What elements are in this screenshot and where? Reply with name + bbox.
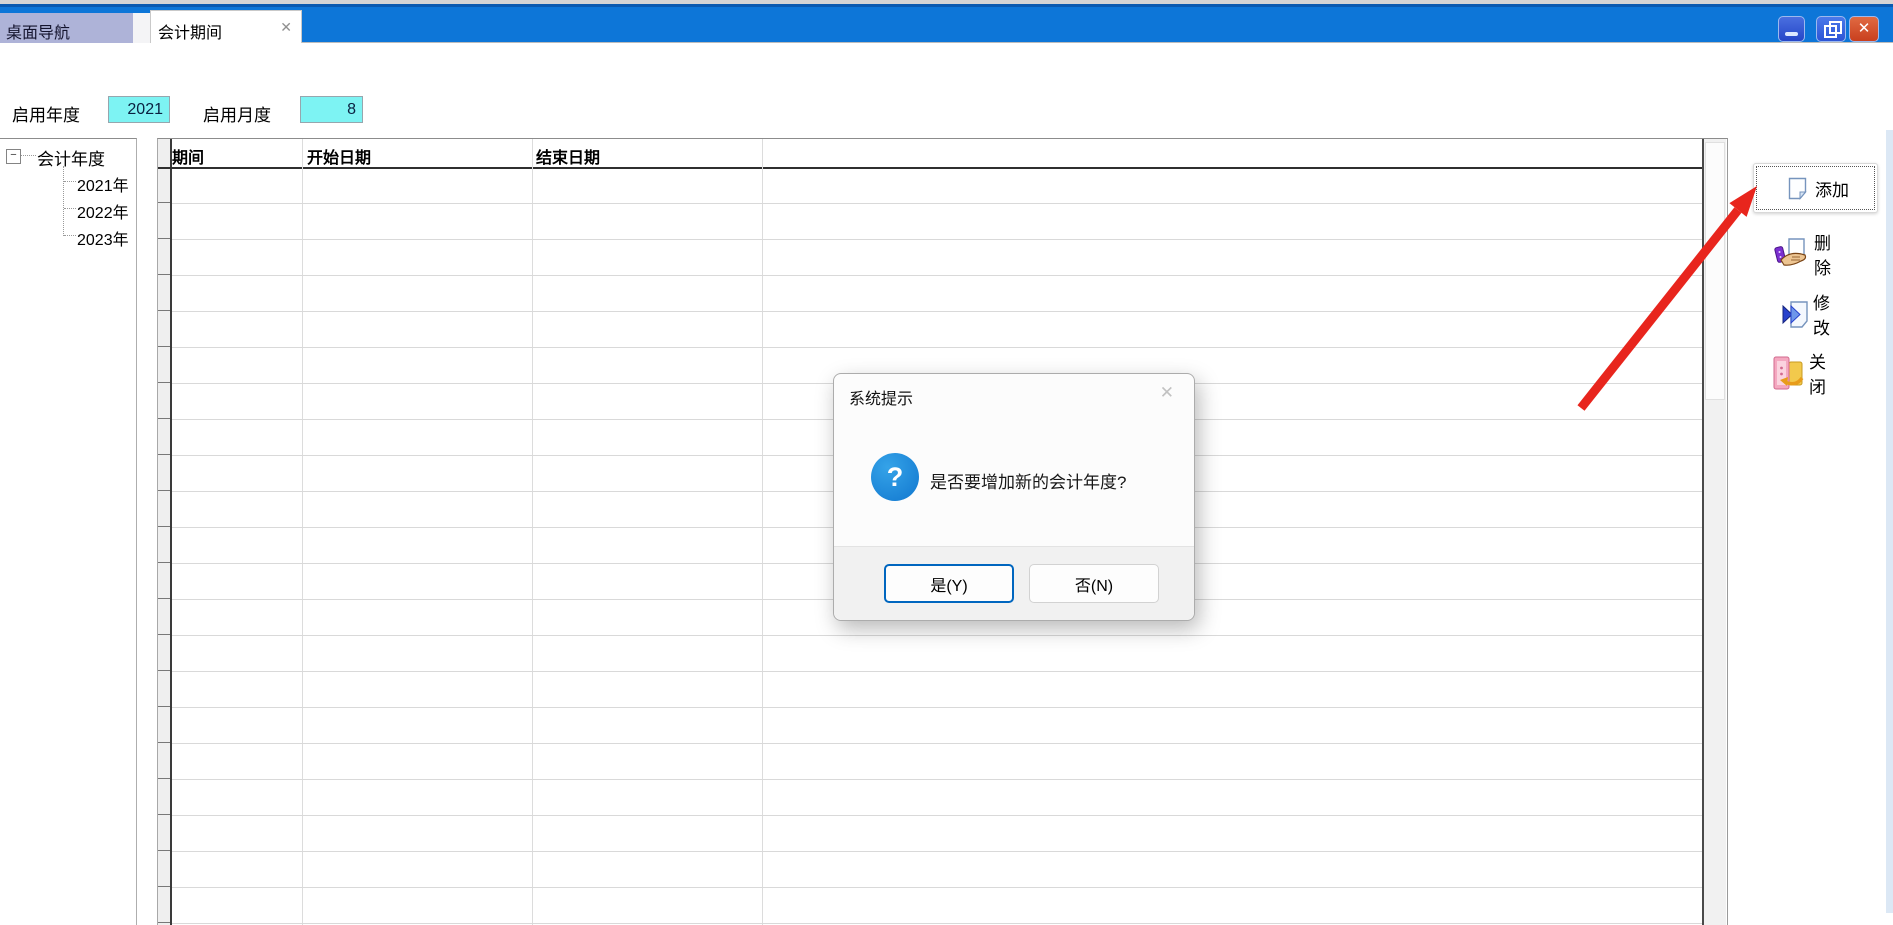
tree-connector	[64, 208, 76, 209]
add-button-label: 添加	[1815, 176, 1849, 201]
grid-row-line	[172, 779, 1702, 780]
tree-connector	[63, 166, 64, 236]
modify-button[interactable]: 修改	[1781, 289, 1830, 339]
tree-item-year[interactable]: 2023年	[77, 226, 129, 250]
grid-row-line	[172, 347, 1702, 348]
tab-accounting-period[interactable]: 会计期间 ✕	[150, 10, 302, 43]
delete-button-label: 删除	[1814, 229, 1831, 279]
row-selector-divider	[158, 922, 170, 923]
column-divider	[532, 139, 533, 925]
row-selector-divider	[158, 598, 170, 599]
close-book-icon	[1772, 353, 1805, 393]
dialog-message: 是否要增加新的会计年度?	[930, 468, 1126, 493]
row-selector-divider	[158, 418, 170, 419]
tab-desktop-navigation[interactable]: 桌面导航	[0, 13, 133, 43]
grid-row-line	[172, 887, 1702, 888]
row-selector-divider	[158, 346, 170, 347]
right-edge-strip	[1886, 130, 1893, 913]
delete-hand-icon	[1774, 238, 1810, 270]
dialog-close-icon[interactable]: ✕	[1160, 383, 1174, 403]
grid-row-line	[172, 815, 1702, 816]
start-year-input[interactable]: 2021	[108, 96, 170, 123]
column-divider	[302, 139, 303, 925]
grid-row-line	[172, 275, 1702, 276]
row-selector-divider	[158, 778, 170, 779]
row-selector-divider	[158, 670, 170, 671]
tree-root-fiscal-year[interactable]: 会计年度	[37, 145, 105, 170]
delete-button[interactable]: 删除	[1774, 229, 1831, 279]
row-selector-divider	[158, 706, 170, 707]
grid-row-line	[172, 923, 1702, 924]
column-header-period[interactable]: 期间	[172, 144, 204, 168]
column-header-start-date[interactable]: 开始日期	[307, 144, 371, 168]
row-selector-divider	[158, 490, 170, 491]
tree-collapse-icon[interactable]: −	[6, 149, 21, 164]
question-icon: ?	[871, 453, 919, 501]
row-selector-divider	[158, 382, 170, 383]
row-selector-divider	[158, 526, 170, 527]
row-selector-divider	[158, 886, 170, 887]
close-button-label: 关闭	[1809, 348, 1826, 398]
restore-icon	[1829, 21, 1842, 34]
row-selector-divider	[158, 454, 170, 455]
new-document-icon	[1788, 177, 1807, 200]
row-selector-divider	[158, 850, 170, 851]
tree-item-year[interactable]: 2021年	[77, 172, 129, 196]
modify-button-label: 修改	[1813, 289, 1830, 339]
minimize-button[interactable]	[1778, 16, 1805, 42]
row-selector-divider	[158, 562, 170, 563]
fiscal-year-tree: − 会计年度 2021年 2022年 2023年	[0, 138, 137, 925]
window-close-button[interactable]: ✕	[1849, 16, 1879, 42]
start-year-label: 启用年度	[12, 101, 80, 126]
tree-connector	[64, 181, 76, 182]
yes-button[interactable]: 是(Y)	[884, 564, 1014, 603]
tree-item-year[interactable]: 2022年	[77, 199, 129, 223]
app-window: ✕ 桌面导航 会计期间 ✕ 启用年度 2021 启用月度 8 − 会计年度 20…	[0, 0, 1893, 925]
vertical-scrollbar-thumb[interactable]	[1705, 142, 1725, 400]
restore-button[interactable]	[1816, 16, 1846, 42]
grid-row-line	[172, 671, 1702, 672]
grid-row-line	[172, 743, 1702, 744]
close-button[interactable]: 关闭	[1772, 348, 1826, 398]
grid-row-line	[172, 635, 1702, 636]
no-button[interactable]: 否(N)	[1029, 564, 1159, 603]
grid-row-line	[172, 851, 1702, 852]
header-divider	[158, 167, 1703, 169]
row-selector-column	[158, 139, 172, 925]
row-selector-divider	[158, 310, 170, 311]
system-prompt-dialog: 系统提示 ✕ ? 是否要增加新的会计年度? 是(Y) 否(N)	[833, 373, 1195, 621]
tab-close-icon[interactable]: ✕	[280, 19, 292, 36]
dialog-title: 系统提示	[849, 385, 913, 409]
tab-label: 会计期间	[158, 25, 222, 42]
tree-connector	[21, 155, 36, 156]
row-selector-divider	[158, 238, 170, 239]
column-header-end-date[interactable]: 结束日期	[536, 144, 600, 168]
tree-connector	[64, 235, 76, 236]
row-selector-divider	[158, 742, 170, 743]
row-selector-divider	[158, 202, 170, 203]
row-selector-divider	[158, 634, 170, 635]
tab-gap	[133, 13, 150, 43]
row-selector-divider	[158, 274, 170, 275]
grid-row-line	[172, 311, 1702, 312]
grid-row-line	[172, 203, 1702, 204]
add-button[interactable]: 添加	[1753, 163, 1878, 213]
column-divider	[762, 139, 763, 925]
grid-row-line	[172, 239, 1702, 240]
row-selector-divider	[158, 814, 170, 815]
grid-row-line	[172, 707, 1702, 708]
modify-document-icon	[1781, 300, 1809, 329]
start-month-label: 启用月度	[203, 101, 271, 126]
start-month-input[interactable]: 8	[300, 96, 363, 123]
minimize-icon	[1785, 32, 1798, 36]
